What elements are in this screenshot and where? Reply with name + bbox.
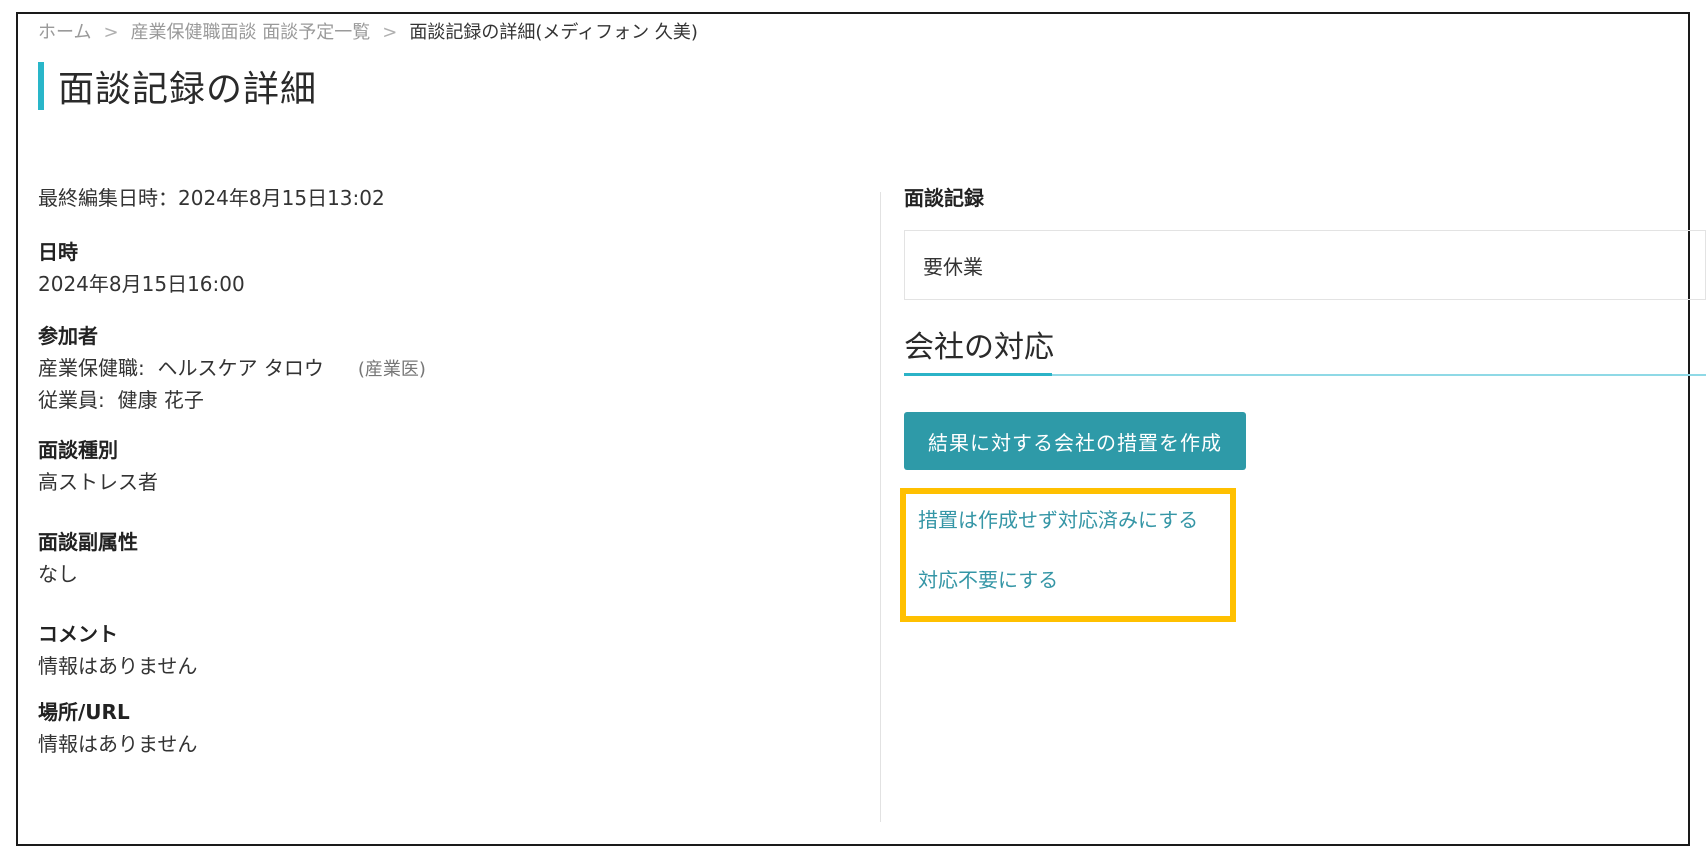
breadcrumb-interview-schedule[interactable]: 産業保健職面談 面談予定一覧 <box>131 22 371 43</box>
field-interview-type: 面談種別 高ストレス者 <box>38 434 158 497</box>
participant-employee-role: 従業員: <box>38 388 105 412</box>
record-panel: 面談記録 要休業 会社の対応 結果に対する会社の措置を作成 措置は作成せず対応済… <box>900 182 1706 622</box>
heading-accent-underline <box>904 373 1052 376</box>
participants-label: 参加者 <box>38 324 98 348</box>
highlight-box: 措置は作成せず対応済みにする 対応不要にする <box>900 488 1236 622</box>
sub-attribute-value: なし <box>38 562 78 586</box>
place-url-label: 場所/URL <box>38 700 130 724</box>
create-company-measure-button[interactable]: 結果に対する会社の措置を作成 <box>904 412 1246 470</box>
field-comment: コメント 情報はありません <box>38 618 197 681</box>
field-datetime: 日時 2024年8月15日16:00 <box>38 236 245 299</box>
field-place-url: 場所/URL 情報はありません <box>38 696 197 759</box>
participant-staff-name: ヘルスケア タロウ <box>157 356 324 380</box>
comment-value: 情報はありません <box>38 654 198 678</box>
place-url-value: 情報はありません <box>38 732 198 756</box>
datetime-label: 日時 <box>38 240 78 264</box>
participant-employee: 従業員: 健康 花子 <box>38 385 426 415</box>
breadcrumb-separator: > <box>382 22 398 43</box>
mark-not-required-link[interactable]: 対応不要にする <box>918 564 1058 593</box>
participant-employee-name: 健康 花子 <box>117 388 204 412</box>
participant-staff-title: (産業医) <box>357 359 426 380</box>
breadcrumb-current: 面談記録の詳細(メディフォン 久美) <box>409 22 698 43</box>
column-divider <box>880 192 881 822</box>
company-response-header: 会社の対応 <box>904 322 1706 376</box>
field-sub-attribute: 面談副属性 なし <box>38 526 138 589</box>
record-value-box: 要休業 <box>904 230 1706 300</box>
datetime-value: 2024年8月15日16:00 <box>38 272 245 296</box>
sub-attribute-label: 面談副属性 <box>38 530 138 554</box>
company-response-heading: 会社の対応 <box>904 330 1054 365</box>
breadcrumb: ホーム > 産業保健職面談 面談予定一覧 > 面談記録の詳細(メディフォン 久美) <box>38 18 698 44</box>
interview-type-label: 面談種別 <box>38 438 118 462</box>
breadcrumb-separator: > <box>103 22 119 43</box>
participant-staff: 産業保健職: ヘルスケア タロウ (産業医) <box>38 353 426 385</box>
mark-done-without-measure-link[interactable]: 措置は作成せず対応済みにする <box>918 504 1198 533</box>
interview-type-value: 高ストレス者 <box>38 470 158 494</box>
record-value: 要休業 <box>923 254 983 279</box>
page-header: 面談記録の詳細 <box>38 60 317 112</box>
record-label: 面談記録 <box>904 186 984 210</box>
participant-staff-role: 産業保健職: <box>38 356 145 380</box>
page-title: 面談記録の詳細 <box>58 69 318 110</box>
last-edited: 最終編集日時：2024年8月15日13:02 <box>38 186 385 210</box>
comment-label: コメント <box>38 622 118 646</box>
field-participants: 参加者 産業保健職: ヘルスケア タロウ (産業医) 従業員: 健康 花子 <box>38 320 426 415</box>
title-accent-bar <box>38 62 44 110</box>
page-frame: ホーム > 産業保健職面談 面談予定一覧 > 面談記録の詳細(メディフォン 久美) 面談… <box>16 12 1706 846</box>
breadcrumb-home[interactable]: ホーム <box>38 22 91 43</box>
